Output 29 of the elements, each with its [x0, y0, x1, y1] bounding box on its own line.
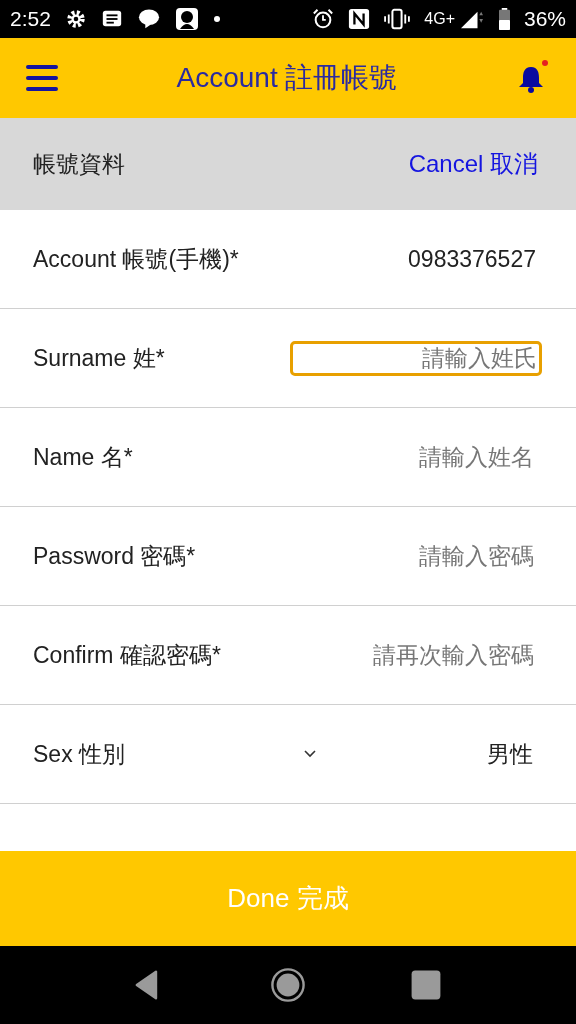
chevron-down-icon — [303, 749, 317, 759]
chat-bubble-icon — [136, 8, 161, 30]
status-time: 2:52 — [10, 7, 51, 31]
home-icon[interactable] — [270, 967, 306, 1003]
section-title: 帳號資料 — [33, 149, 125, 179]
input-field[interactable]: 請再次輸入密碼 — [312, 637, 536, 673]
nfc-icon — [348, 8, 371, 30]
input-field[interactable]: 請輸入姓氏 — [290, 340, 542, 376]
field-label: Confirm 確認密碼* — [33, 640, 221, 670]
menu-icon[interactable] — [26, 64, 58, 92]
dot-icon — [212, 15, 221, 23]
alarm-clock-icon — [312, 8, 335, 30]
vibrate-icon — [384, 8, 411, 30]
field-label: Name 名* — [33, 442, 133, 472]
field-label: Sex 性別 — [33, 739, 126, 769]
input-field[interactable]: 請輸入密碼 — [312, 538, 536, 574]
battery-icon — [498, 8, 510, 30]
field-label: Password 密碼* — [33, 541, 196, 571]
gear-icon — [64, 8, 87, 30]
screen-title: Account 註冊帳號 — [176, 61, 398, 95]
input-field[interactable]: 請輸入姓名 — [312, 439, 536, 475]
battery-level: 36% — [523, 7, 566, 31]
network-type: 4G+ — [424, 10, 455, 28]
field-label: Account 帳號(手機)* — [33, 244, 239, 274]
field-value: 0983376527 — [408, 245, 536, 273]
select-value[interactable]: 男性 — [487, 738, 533, 770]
field-label: Surname 姓* — [33, 343, 165, 373]
app-icon — [174, 7, 199, 31]
cancel-link[interactable]: Cancel 取消 — [408, 148, 538, 180]
